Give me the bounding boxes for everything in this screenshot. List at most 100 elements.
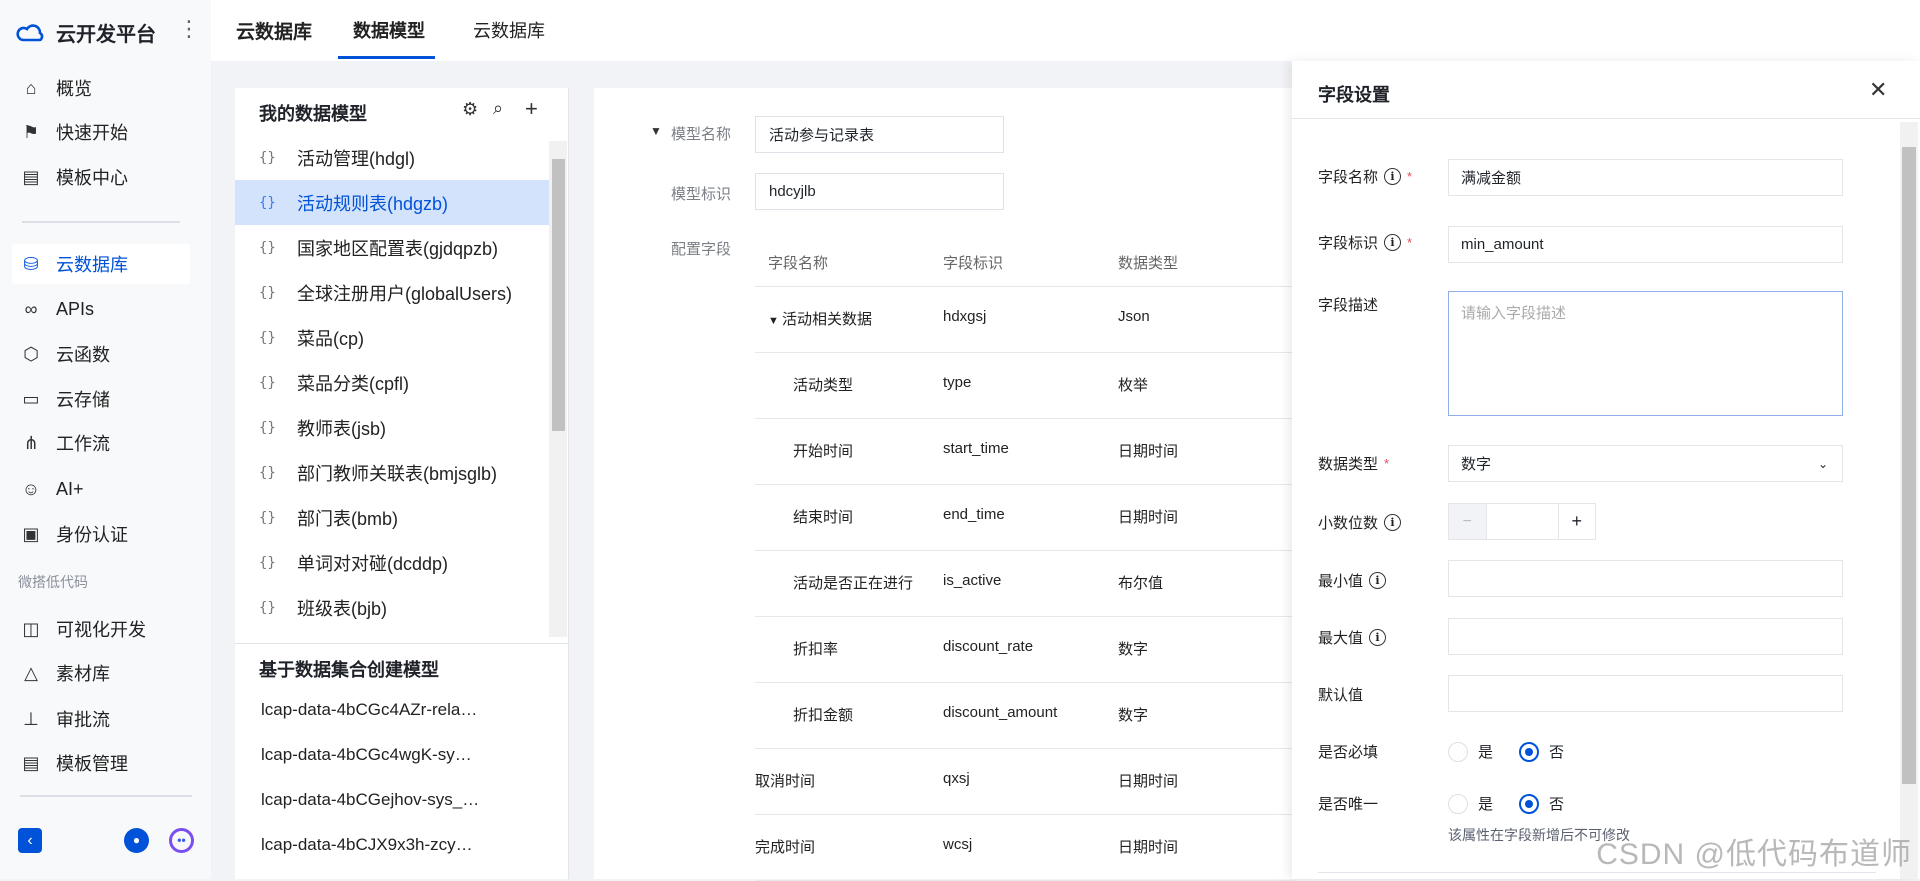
model-list-item[interactable]: {} 部门教师关联表(bmjsglb) — [235, 450, 549, 495]
section-label: 微搭低代码 — [18, 574, 88, 590]
model-list-item[interactable]: {} 菜品(cp) — [235, 315, 549, 360]
unique-yes-radio[interactable] — [1448, 793, 1468, 814]
model-name: 活动规则表(hdgzb) — [297, 193, 449, 214]
sidebar-item[interactable]: ▭ 云存储 — [18, 379, 190, 419]
field-description-textarea[interactable]: 请输入字段描述 — [1448, 291, 1843, 416]
required-no-radio[interactable] — [1519, 741, 1540, 762]
model-list-item[interactable]: {} 国家地区配置表(gjdqpzb) — [235, 225, 549, 270]
info-icon[interactable]: i — [1369, 629, 1387, 646]
dataset-model-item[interactable]: lcap-data-4bCGejhov-sys_… — [261, 790, 479, 810]
required-yes-radio[interactable] — [1448, 741, 1468, 762]
radio-label: 是 — [1478, 744, 1494, 761]
sidebar-item[interactable]: ⊥ 审批流 — [18, 699, 190, 739]
my-models-title: 我的数据模型 — [259, 104, 367, 124]
sidebar-item[interactable]: ☺ AI+ — [18, 469, 190, 509]
model-list-item[interactable]: {} 活动规则表(hdgzb) — [235, 180, 549, 225]
model-list-item[interactable]: {} 教师表(jsb) — [235, 405, 549, 450]
sidebar-item[interactable]: ⚑ 快速开始 — [18, 112, 190, 152]
sidebar-item[interactable]: △ 素材库 — [18, 653, 190, 693]
model-name: 教师表(jsb) — [297, 418, 386, 439]
min-label: 最小值 — [1318, 573, 1364, 590]
decimal-stepper[interactable]: − + — [1448, 503, 1596, 540]
model-list-item[interactable]: {} 单词对对碰(dcddp) — [235, 540, 549, 585]
model-list-item[interactable]: {} 部门表(bmb) — [235, 495, 549, 540]
sidebar-item-label: 模板中心 — [56, 168, 128, 188]
page-title: 云数据库 — [236, 22, 313, 43]
dataset-model-item[interactable]: lcap-data-4bCGc4AZr-rela… — [261, 700, 477, 720]
sidebar-item[interactable]: ⛁ 云数据库 — [12, 244, 190, 284]
col-header: 字段名称 — [768, 255, 829, 272]
collapse-triangle-icon[interactable]: ▼ — [650, 124, 662, 138]
sidebar-item[interactable]: ∞ APIs — [18, 289, 190, 329]
sidebar-item-label: 云函数 — [56, 345, 110, 365]
template-icon: ▤ — [22, 166, 40, 187]
workflow-icon: ⋔ — [23, 432, 39, 453]
field-id-cell: discount_amount — [943, 704, 1058, 721]
data-type-select[interactable]: 数字 ⌄ — [1448, 445, 1843, 482]
model-list-item[interactable]: {} 全球注册用户(globalUsers) — [235, 270, 549, 315]
close-icon[interactable]: ✕ — [1869, 77, 1887, 103]
model-name: 班级表(bjb) — [297, 598, 388, 619]
info-icon[interactable]: i — [1369, 572, 1387, 589]
settings-icon[interactable]: ⚙ — [462, 99, 478, 120]
data-model-icon: {} — [259, 554, 276, 571]
assistant-bot-icon[interactable]: •• — [169, 828, 194, 853]
required-mark: * — [1407, 235, 1413, 250]
add-icon[interactable]: + — [525, 96, 538, 122]
expand-triangle-icon[interactable]: ▼ — [768, 315, 782, 327]
model-list-item[interactable]: {} 菜品分类(cpfl) — [235, 360, 549, 405]
required-mark: * — [1384, 456, 1390, 471]
model-name: 国家地区配置表(gjdqpzb) — [297, 238, 499, 259]
data-model-icon: {} — [259, 329, 276, 346]
sidebar-item[interactable]: ▣ 身份认证 — [18, 514, 190, 554]
decimal-input[interactable] — [1485, 504, 1559, 539]
sidebar-item[interactable]: ⌂ 概览 — [18, 68, 190, 108]
model-id-label: 模型标识 — [671, 186, 732, 203]
model-name: 全球注册用户(globalUsers) — [297, 283, 513, 304]
unique-no-radio[interactable] — [1519, 793, 1540, 814]
tab-cloud-database[interactable]: 云数据库 — [473, 17, 545, 43]
info-icon[interactable]: i — [1384, 514, 1402, 531]
default-value-input[interactable] — [1448, 675, 1843, 712]
info-icon[interactable]: i — [1384, 234, 1402, 251]
sidebar-item[interactable]: ◫ 可视化开发 — [18, 609, 190, 649]
sidebar-item-label: 云数据库 — [56, 255, 128, 275]
robot-icon: ☺ — [21, 478, 41, 499]
more-icon[interactable]: ⋮ — [178, 16, 200, 42]
user-icon[interactable]: ● — [124, 828, 149, 853]
dataset-model-item[interactable]: lcap-data-4bCGc4wgK-sy… — [261, 745, 472, 765]
divider — [755, 748, 1295, 749]
sidebar-item[interactable]: ⋔ 工作流 — [18, 423, 190, 463]
required-radio-group: 是 否 — [1448, 741, 1564, 762]
field-type-cell: 日期时间 — [1118, 773, 1179, 790]
model-name: 部门教师关联表(bmjsglb) — [297, 463, 498, 484]
tab-data-model[interactable]: 数据模型 — [353, 17, 425, 43]
max-value-input[interactable] — [1448, 618, 1843, 655]
scrollbar-thumb[interactable] — [1902, 147, 1916, 784]
scrollbar-thumb[interactable] — [552, 159, 565, 431]
sidebar-item[interactable]: ▤ 模板管理 — [18, 743, 190, 783]
model-list-item[interactable]: {} 班级表(bjb) — [235, 585, 549, 630]
unique-radio-group: 是 否 — [1448, 793, 1564, 814]
drawer-scrollbar[interactable] — [1900, 122, 1918, 879]
model-list-item[interactable]: {} 活动管理(hdgl) — [235, 135, 549, 180]
sidebar-item[interactable]: ⬡ 云函数 — [18, 334, 190, 374]
field-name: 折扣率 — [793, 641, 839, 658]
default-label: 默认值 — [1318, 687, 1364, 704]
decrement-button[interactable]: − — [1449, 504, 1486, 539]
model-list-scrollbar[interactable] — [549, 141, 567, 637]
model-id-input[interactable]: hdcyjlb — [755, 173, 1004, 210]
info-icon[interactable]: i — [1384, 168, 1402, 185]
min-value-input[interactable] — [1448, 560, 1843, 597]
field-name-input[interactable]: 满减金额 — [1448, 159, 1843, 196]
data-model-icon: {} — [259, 419, 276, 436]
dataset-model-item[interactable]: lcap-data-4bCJX9x3h-zcy… — [261, 835, 473, 855]
search-icon[interactable]: ⌕ — [493, 98, 503, 119]
sidebar-item[interactable]: ▤ 模板中心 — [18, 157, 190, 197]
field-id-input[interactable]: min_amount — [1448, 226, 1843, 263]
collapse-sidebar-button[interactable]: ‹ — [18, 828, 42, 853]
model-name-input[interactable]: 活动参与记录表 — [755, 116, 1004, 153]
increment-button[interactable]: + — [1559, 504, 1596, 539]
field-name-cell: 取消时间 — [755, 770, 815, 791]
model-name: 活动管理(hdgl) — [297, 148, 416, 169]
